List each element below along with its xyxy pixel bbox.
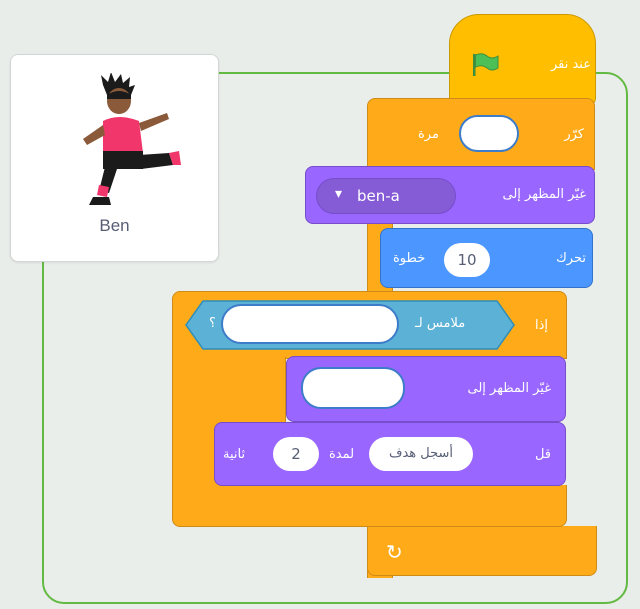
seconds-input[interactable]: 2: [273, 437, 319, 471]
sprite-card[interactable]: Ben: [10, 54, 219, 262]
costume-input-empty[interactable]: [301, 367, 405, 409]
say-message-input[interactable]: أسجل هدف: [369, 437, 473, 471]
steps-label: خطوة: [393, 251, 426, 266]
say-label: قل: [534, 447, 551, 462]
move-steps-block[interactable]: تحرك 10 خطوة: [380, 228, 593, 288]
switch-costume-block-2[interactable]: غيّر المظهر إلى: [286, 356, 566, 422]
switch-costume-label-2: غيّر المظهر إلى: [467, 381, 551, 396]
switch-costume-label: غيّر المظهر إلى: [502, 187, 586, 202]
green-flag-icon: [473, 53, 499, 76]
seconds-value: 2: [291, 445, 301, 463]
question-mark-label: ؟: [209, 316, 216, 331]
steps-input[interactable]: 10: [444, 243, 490, 277]
when-flag-clicked-block[interactable]: عند نقر: [449, 14, 596, 106]
move-label: تحرك: [556, 251, 586, 266]
repeat-block[interactable]: كرّر مرة: [367, 98, 595, 170]
ben-sprite-icon: [83, 73, 181, 205]
if-label: إذا: [534, 318, 548, 333]
touching-label: ملامس لـ: [415, 316, 466, 331]
say-for-secs-block[interactable]: قل أسجل هدف لمدة 2 ثانية: [214, 422, 566, 486]
seconds-label: ثانية: [223, 447, 246, 462]
costume-value: ben-a: [357, 187, 400, 205]
sprite-name: Ben: [99, 216, 130, 235]
loop-arrow-icon: ↻: [386, 540, 403, 564]
hat-label: عند نقر: [550, 57, 591, 72]
chevron-down-icon: ▾: [335, 186, 343, 202]
steps-value: 10: [457, 251, 477, 269]
for-label: لمدة: [329, 447, 355, 462]
say-message-value: أسجل هدف: [388, 446, 454, 461]
touching-target-input[interactable]: [221, 304, 399, 344]
repeat-times-label: مرة: [418, 127, 439, 142]
if-block[interactable]: إذا ؟ ملامس لـ: [172, 291, 567, 359]
repeat-bottom[interactable]: ↻: [367, 526, 597, 576]
switch-costume-block[interactable]: غيّر المظهر إلى ▾ ben-a: [305, 166, 595, 224]
repeat-label: كرّر: [564, 127, 584, 142]
repeat-count-input[interactable]: [459, 115, 519, 152]
if-bottom: [172, 485, 567, 527]
costume-dropdown[interactable]: ▾ ben-a: [316, 178, 456, 214]
